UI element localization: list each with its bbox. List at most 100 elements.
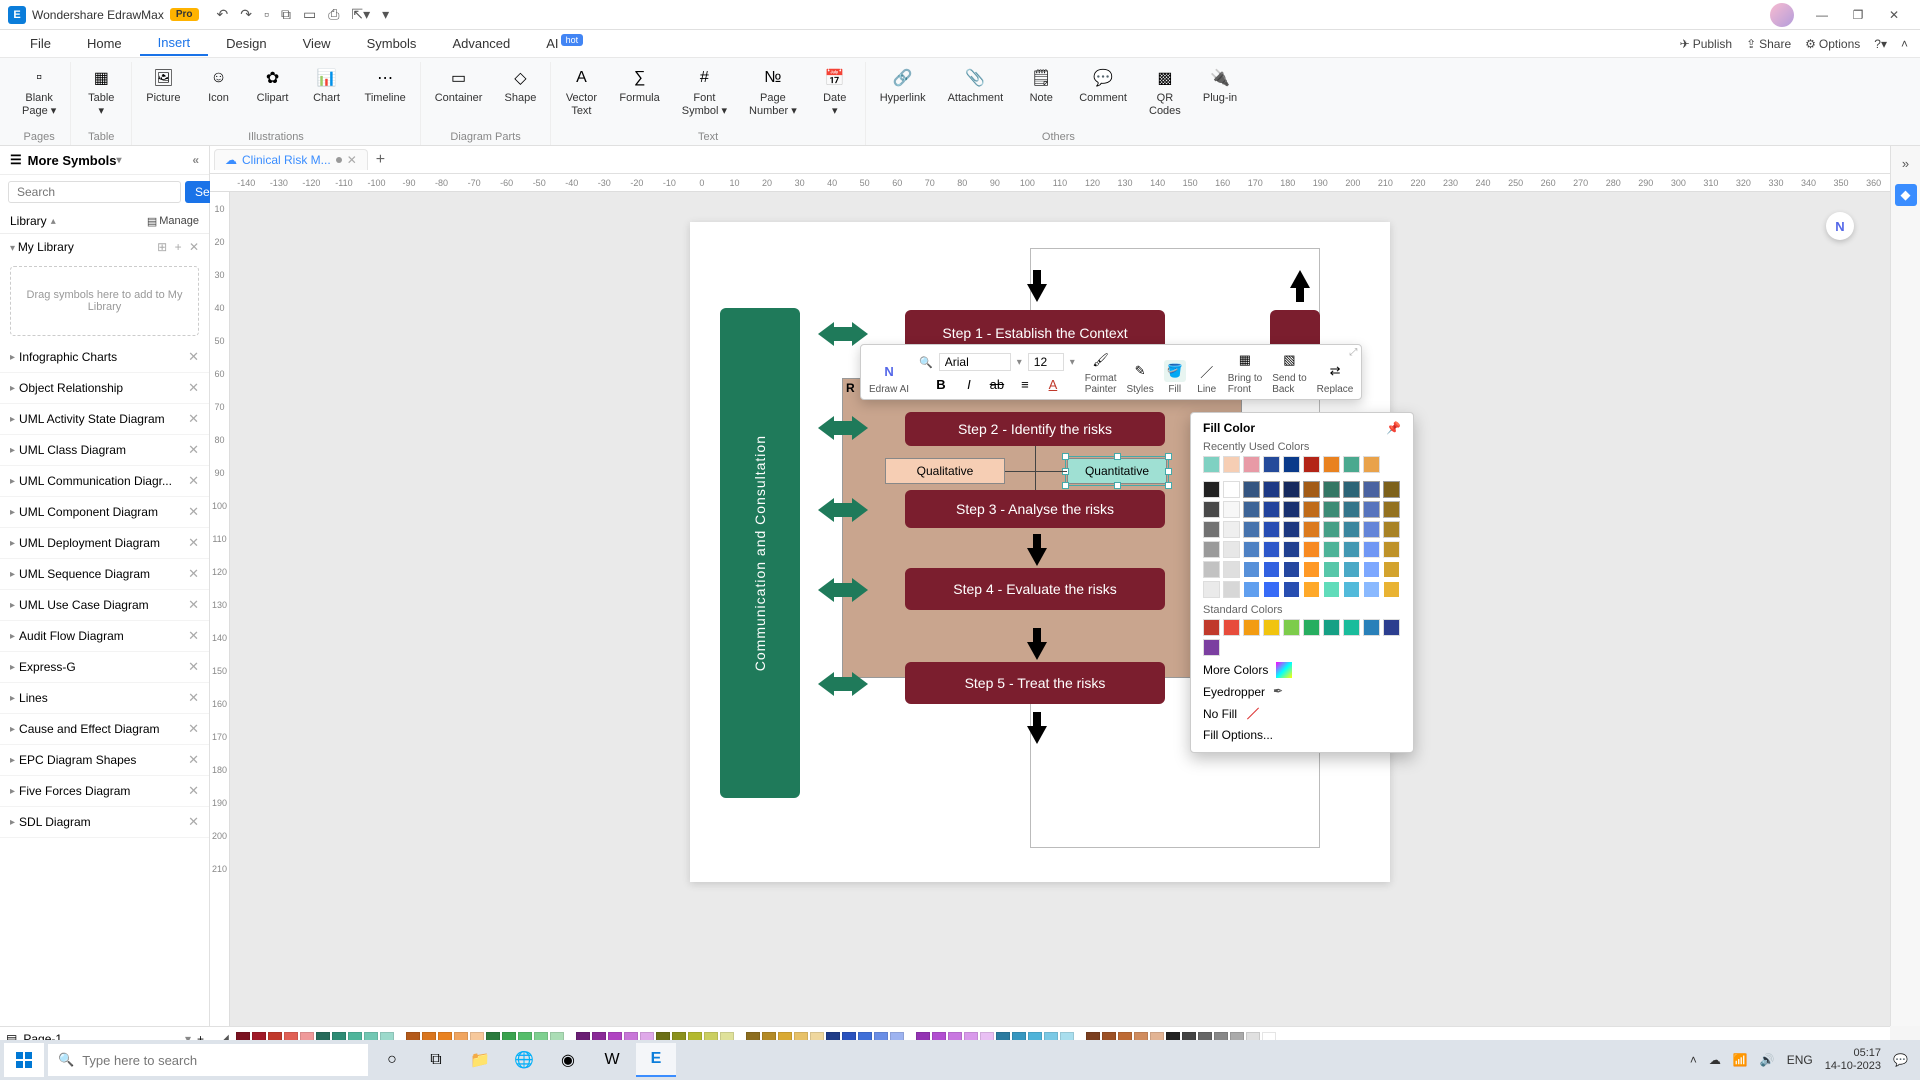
- options-button[interactable]: ⚙ Options: [1805, 37, 1860, 51]
- color-swatch[interactable]: [1263, 581, 1280, 598]
- color-swatch[interactable]: [1363, 619, 1380, 636]
- color-swatch[interactable]: [1383, 521, 1400, 538]
- share-button[interactable]: ⇪ Share: [1746, 37, 1791, 51]
- menu-advanced[interactable]: Advanced: [434, 32, 528, 55]
- color-swatch[interactable]: [1263, 541, 1280, 558]
- color-swatch[interactable]: [1223, 481, 1240, 498]
- color-swatch[interactable]: [1263, 561, 1280, 578]
- color-swatch[interactable]: [1283, 456, 1300, 473]
- color-swatch[interactable]: [1243, 481, 1260, 498]
- library-item[interactable]: ▸Express-G✕: [0, 652, 209, 683]
- ribbon-fontsymbol[interactable]: #Font Symbol ▾: [674, 62, 735, 129]
- ribbon-container[interactable]: ▭Container: [427, 62, 491, 129]
- restore-button[interactable]: ❐: [1840, 3, 1876, 27]
- color-swatch[interactable]: [1343, 521, 1360, 538]
- ribbon-timeline[interactable]: ⋯Timeline: [357, 62, 414, 129]
- save-icon[interactable]: ▭: [303, 6, 316, 23]
- ribbon-chart[interactable]: 📊Chart: [303, 62, 351, 129]
- ai-float-badge[interactable]: N: [1826, 212, 1854, 240]
- color-swatch[interactable]: [1243, 521, 1260, 538]
- no-fill[interactable]: No Fill: [1203, 706, 1401, 722]
- color-swatch[interactable]: [1323, 521, 1340, 538]
- user-avatar[interactable]: [1770, 3, 1794, 27]
- color-swatch[interactable]: [1303, 456, 1320, 473]
- library-item[interactable]: ▸UML Communication Diagr...✕: [0, 466, 209, 497]
- step-5[interactable]: Step 5 - Treat the risks: [905, 662, 1165, 704]
- ribbon-collapse-icon[interactable]: ˄: [1901, 37, 1908, 51]
- ribbon-formula[interactable]: ∑Formula: [611, 62, 667, 129]
- pin-icon[interactable]: 📌: [1386, 421, 1401, 435]
- library-item-close-icon[interactable]: ✕: [188, 783, 199, 799]
- color-swatch[interactable]: [1243, 456, 1260, 473]
- eyedropper[interactable]: Eyedropper✒: [1203, 684, 1401, 700]
- ribbon-blank[interactable]: ▫Blank Page ▾: [14, 62, 64, 129]
- ribbon-icon[interactable]: ☺Icon: [195, 62, 243, 129]
- send-back-button[interactable]: ▧: [1278, 349, 1300, 371]
- library-item[interactable]: ▸Cause and Effect Diagram✕: [0, 714, 209, 745]
- color-swatch[interactable]: [1343, 581, 1360, 598]
- chrome-icon[interactable]: ◉: [548, 1043, 588, 1077]
- color-swatch[interactable]: [1263, 501, 1280, 518]
- color-swatch[interactable]: [1263, 521, 1280, 538]
- library-item-close-icon[interactable]: ✕: [188, 721, 199, 737]
- color-swatch[interactable]: [1303, 541, 1320, 558]
- library-item[interactable]: ▸Infographic Charts✕: [0, 342, 209, 373]
- step-4[interactable]: Step 4 - Evaluate the risks: [905, 568, 1165, 610]
- ribbon-qr[interactable]: ▩QR Codes: [1141, 62, 1189, 129]
- library-item[interactable]: ▸UML Sequence Diagram✕: [0, 559, 209, 590]
- color-swatch[interactable]: [1383, 619, 1400, 636]
- help-button[interactable]: ?▾: [1874, 37, 1887, 51]
- library-item-close-icon[interactable]: ✕: [188, 597, 199, 613]
- mylib-close-icon[interactable]: ✕: [189, 240, 199, 254]
- menu-design[interactable]: Design: [208, 32, 284, 55]
- ribbon-picture[interactable]: 🖼Picture: [138, 62, 188, 129]
- color-swatch[interactable]: [1223, 561, 1240, 578]
- color-swatch[interactable]: [1363, 456, 1380, 473]
- color-swatch[interactable]: [1243, 561, 1260, 578]
- color-swatch[interactable]: [1363, 521, 1380, 538]
- ribbon-clipart[interactable]: ✿Clipart: [249, 62, 297, 129]
- color-swatch[interactable]: [1223, 521, 1240, 538]
- color-swatch[interactable]: [1203, 501, 1220, 518]
- open-icon[interactable]: ⧉: [281, 6, 291, 23]
- library-item-close-icon[interactable]: ✕: [188, 752, 199, 768]
- library-item-close-icon[interactable]: ✕: [188, 504, 199, 520]
- line-button[interactable]: ／: [1196, 360, 1218, 382]
- undo-icon[interactable]: ↶: [217, 6, 229, 23]
- color-swatch[interactable]: [1383, 541, 1400, 558]
- new-icon[interactable]: ▫: [264, 6, 269, 23]
- tray-wifi-icon[interactable]: 📶: [1733, 1053, 1748, 1067]
- mylib-add-icon[interactable]: ⊞: [157, 240, 167, 254]
- color-swatch[interactable]: [1263, 619, 1280, 636]
- library-item[interactable]: ▸UML Deployment Diagram✕: [0, 528, 209, 559]
- tray-lang[interactable]: ENG: [1787, 1053, 1813, 1067]
- panel-collapse-icon[interactable]: «: [192, 153, 199, 167]
- color-swatch[interactable]: [1383, 581, 1400, 598]
- library-item[interactable]: ▸Object Relationship✕: [0, 373, 209, 404]
- library-item[interactable]: ▸UML Use Case Diagram✕: [0, 590, 209, 621]
- library-item[interactable]: ▸EPC Diagram Shapes✕: [0, 745, 209, 776]
- tray-onedrive-icon[interactable]: ☁: [1709, 1053, 1721, 1067]
- cortana-icon[interactable]: ○: [372, 1043, 412, 1077]
- step-2[interactable]: Step 2 - Identify the risks: [905, 412, 1165, 446]
- color-swatch[interactable]: [1383, 561, 1400, 578]
- color-swatch[interactable]: [1303, 521, 1320, 538]
- tray-chevron-icon[interactable]: ˄: [1690, 1053, 1697, 1067]
- color-swatch[interactable]: [1283, 581, 1300, 598]
- align-button[interactable]: ≡: [1014, 373, 1036, 395]
- tray-notifications-icon[interactable]: 💬: [1893, 1053, 1908, 1067]
- more-colors[interactable]: More Colors: [1203, 662, 1401, 678]
- explorer-icon[interactable]: 📁: [460, 1043, 500, 1077]
- color-swatch[interactable]: [1203, 521, 1220, 538]
- color-swatch[interactable]: [1223, 456, 1240, 473]
- step-3[interactable]: Step 3 - Analyse the risks: [905, 490, 1165, 528]
- replace-button[interactable]: ⇄: [1324, 360, 1346, 382]
- export-icon[interactable]: ⇱▾: [351, 6, 370, 23]
- fill-button[interactable]: 🪣: [1164, 360, 1186, 382]
- color-swatch[interactable]: [1383, 481, 1400, 498]
- menu-ai[interactable]: AIhot: [528, 32, 601, 55]
- library-item-close-icon[interactable]: ✕: [188, 690, 199, 706]
- color-swatch[interactable]: [1303, 581, 1320, 598]
- fill-options[interactable]: Fill Options...: [1203, 728, 1401, 742]
- print-icon[interactable]: ⎙: [328, 6, 339, 23]
